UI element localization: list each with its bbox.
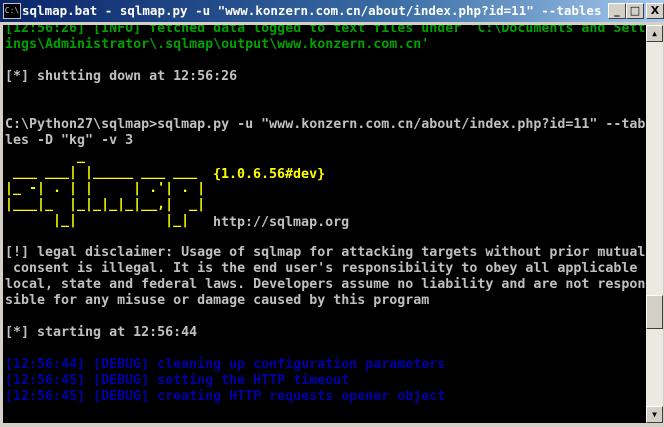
console-line: |___|_ |_|_|_|_|__,| _| (5, 197, 206, 212)
window-title: sqlmap.bat - sqlmap.py -u "www.konzern.c… (22, 3, 647, 18)
console-line: [*] shutting down at 12:56:26 (5, 69, 238, 84)
console-line: local, state and federal laws. Developer… (5, 277, 646, 292)
console-line: [*] starting at 12:56:44 (5, 325, 198, 340)
close-button[interactable]: X (646, 3, 664, 19)
banner-url: http://sqlmap.org (213, 215, 350, 230)
console-line: [12:56:44] [DEBUG] cleaning up configura… (5, 357, 446, 372)
console-line: [!] legal disclaimer: Usage of sqlmap fo… (5, 245, 646, 260)
scroll-thumb[interactable] (646, 295, 663, 329)
console-line: consent is illegal. It is the end user's… (5, 261, 638, 276)
console-line: [12:56:26] [INFO] fetched data logged to… (5, 25, 646, 36)
maximize-button[interactable]: □ (626, 3, 644, 19)
vertical-scrollbar[interactable]: ▲ ▼ (646, 25, 663, 423)
console-icon[interactable]: C:\ (3, 3, 21, 19)
banner-version: {1.0.6.56#dev} (213, 167, 326, 182)
console-line: |_| |_| (5, 213, 214, 228)
scroll-up-arrow-icon[interactable]: ▲ (646, 25, 663, 42)
title-bar[interactable]: C:\ sqlmap.bat - sqlmap.py -u "www.konze… (0, 0, 664, 22)
minimize-button[interactable]: _ (608, 3, 626, 19)
console-line: sible for any misuse or damage caused by… (5, 293, 430, 308)
scroll-down-arrow-icon[interactable]: ▼ (646, 406, 663, 423)
console-line: _ (5, 149, 86, 164)
console-line: |_ -| . | | | .'| . | (5, 181, 206, 196)
console-line: C:\Python27\sqlmap>sqlmap.py -u "www.kon… (5, 117, 646, 132)
console-line: ings\Administrator\.sqlmap\output\www.ko… (5, 37, 430, 52)
console-line: [12:56:45] [DEBUG] creating HTTP request… (5, 389, 446, 404)
console-line: les -D "kg" -v 3 (5, 133, 134, 148)
console-line: [12:56:45] [DEBUG] setting the HTTP time… (5, 373, 350, 388)
console-line: ___ ___| |_____ ___ ___ (5, 165, 214, 180)
